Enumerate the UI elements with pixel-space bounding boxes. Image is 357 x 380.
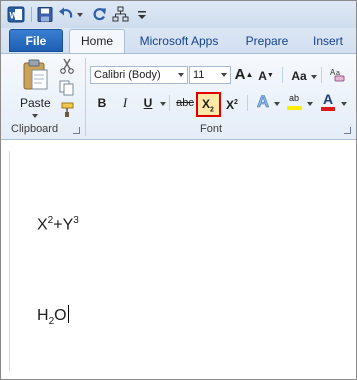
- superscript-button[interactable]: X2: [222, 93, 242, 113]
- svg-text:W: W: [10, 11, 19, 21]
- font-size-select[interactable]: 11: [189, 66, 231, 84]
- paste-button-label[interactable]: Paste: [20, 96, 51, 110]
- highlight-dropdown-icon[interactable]: [307, 102, 313, 106]
- underline-label: U: [143, 96, 153, 110]
- word-icon[interactable]: W: [7, 6, 25, 23]
- undo-dropdown-icon[interactable]: [77, 13, 83, 17]
- clear-formatting-icon[interactable]: A a: [329, 66, 347, 84]
- undo-icon[interactable]: [58, 6, 74, 23]
- tab-prepare[interactable]: Prepare: [239, 30, 295, 53]
- tab-home[interactable]: Home: [69, 29, 125, 54]
- chevron-down-icon: [178, 73, 184, 77]
- font-color-label: A: [322, 91, 334, 107]
- italic-button[interactable]: I: [115, 93, 135, 113]
- underline-button[interactable]: U: [138, 93, 158, 113]
- font-color-dropdown-icon[interactable]: [341, 102, 347, 106]
- ribbon-tabs: File Home Microsoft Apps Prepare Insert: [1, 28, 356, 54]
- font-color-button[interactable]: A: [318, 91, 338, 111]
- line1-superscript-2: 3: [73, 215, 79, 226]
- change-case-dropdown-icon[interactable]: [311, 75, 317, 79]
- paste-icon[interactable]: [21, 58, 49, 92]
- line2-base: H: [37, 307, 49, 324]
- cut-icon[interactable]: [59, 58, 75, 74]
- font-name-select[interactable]: Calibri (Body): [90, 66, 188, 84]
- text-effects-dropdown-icon[interactable]: [274, 102, 280, 106]
- font-launcher-icon[interactable]: [344, 127, 351, 134]
- strikethrough-label: abc: [176, 97, 194, 109]
- shrink-font-button[interactable]: A▼: [256, 66, 276, 86]
- page-margin-line: [9, 151, 10, 371]
- format-painter-icon[interactable]: [59, 102, 75, 118]
- word-window: W File Home Microsoft Apps Prepare Inser…: [0, 0, 357, 380]
- group-separator: [85, 58, 86, 136]
- structure-icon[interactable]: [112, 6, 129, 23]
- font-color-bar: [321, 107, 335, 111]
- document-line-water[interactable]: H2O: [37, 305, 69, 327]
- clipboard-group-label: Clipboard: [11, 123, 59, 135]
- shrink-font-label: A: [258, 69, 267, 83]
- superscript-label: X: [226, 98, 235, 112]
- document-area[interactable]: [1, 141, 356, 379]
- line1-middle: +Y: [53, 216, 74, 234]
- underline-dropdown-icon[interactable]: [160, 102, 166, 106]
- grow-font-button[interactable]: A▲: [234, 65, 254, 85]
- text-effects-label: A: [256, 92, 270, 112]
- tab-microsoft-apps[interactable]: Microsoft Apps: [133, 30, 225, 53]
- highlight-button[interactable]: ab: [284, 91, 304, 111]
- highlight-label: ab: [288, 93, 299, 103]
- save-icon[interactable]: [37, 6, 53, 23]
- text-caret: [67, 305, 69, 323]
- line2-tail: O: [54, 307, 67, 324]
- subscript-label: X: [202, 97, 211, 111]
- change-case-button[interactable]: Aa: [287, 66, 311, 86]
- tab-insert[interactable]: Insert: [305, 30, 351, 53]
- font-group-label: Font: [200, 123, 223, 135]
- tab-file[interactable]: File: [9, 29, 63, 52]
- qat-separator: [31, 7, 32, 22]
- copy-icon[interactable]: [59, 80, 75, 96]
- document-line-formula[interactable]: X2+Y3: [37, 215, 79, 234]
- quick-access-toolbar: W: [1, 1, 356, 28]
- clipboard-launcher-icon[interactable]: [73, 127, 80, 134]
- change-case-label: Aa: [291, 69, 307, 83]
- paste-dropdown-icon[interactable]: [32, 114, 38, 118]
- grow-font-label: A: [234, 66, 246, 83]
- subscript-mark: 2: [210, 106, 214, 114]
- font-name-value: Calibri (Body): [94, 69, 161, 81]
- font-size-value: 11: [193, 69, 205, 81]
- highlight-color-bar: [287, 106, 302, 110]
- text-effects-button[interactable]: A: [253, 92, 273, 112]
- line1-base: X: [37, 216, 48, 234]
- redo-icon[interactable]: [91, 6, 107, 23]
- superscript-mark: 2: [234, 99, 238, 106]
- bold-button[interactable]: B: [92, 93, 112, 113]
- customize-icon[interactable]: [137, 6, 147, 23]
- strikethrough-button[interactable]: abc: [173, 93, 197, 113]
- subscript-button[interactable]: X2: [198, 94, 218, 114]
- chevron-down-icon: [221, 73, 227, 77]
- ribbon: Paste Clipboard Calibri (Body) 11 A▲ A▼ …: [1, 53, 356, 140]
